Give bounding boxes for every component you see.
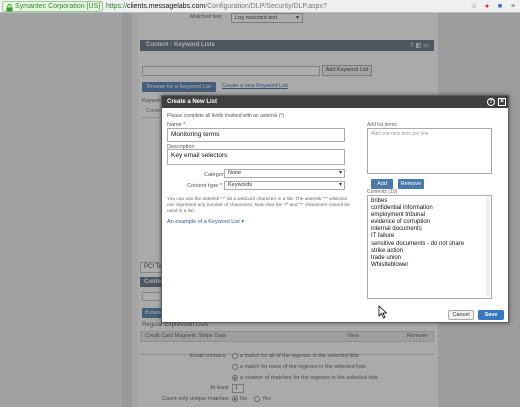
example-keyword-list-link[interactable]: An example of a Keyword List ▾ [167,219,244,225]
dialog-titlebar: Create a New List ? × [162,96,508,108]
extension-icon[interactable]: ● [482,1,492,11]
list-item[interactable]: sensitive documents - do not share [371,241,488,248]
content-type-label: Content type * [187,183,222,189]
list-item[interactable]: confidential information [371,205,488,212]
url-path: /Configuration/DLP/Security/DLP.aspx? [205,3,327,10]
list-item[interactable]: Whistleblower [371,262,488,269]
star-icon[interactable]: ☆ [469,1,479,11]
dialog-title: Create a New List [167,99,218,105]
category-label: Category [204,172,227,178]
url-protocol: https:// [106,3,128,10]
chevron-down-icon: ▾ [338,182,342,188]
content-type-select[interactable]: Keywords ▾ [224,181,345,190]
close-icon[interactable]: × [498,98,506,106]
remove-button[interactable]: Remove [398,179,424,189]
list-item[interactable]: strike action [371,248,488,255]
menu-icon[interactable]: ≡ [508,1,518,11]
description-input[interactable]: Key email selectors [167,149,345,165]
create-list-dialog: Create a New List ? × Please complete al… [161,95,509,323]
certificate-label: Symantec Corporation [US] [15,3,101,10]
content-type-value: Keywords [228,182,253,188]
list-item[interactable]: employment tribunal [371,212,488,219]
category-value: None [228,170,242,176]
extension-icon-2[interactable]: ■ [495,1,505,11]
list-item[interactable]: trade union [371,255,488,262]
list-item[interactable]: bribes [371,198,488,205]
browser-address-bar[interactable]: Symantec Corporation [US] https://client… [0,0,520,13]
url-host: clients.messagelabs.com [127,3,206,10]
mouse-cursor-icon [378,305,388,319]
name-input[interactable]: Monitoring terms [167,128,345,142]
list-scrollbar[interactable] [486,197,490,297]
dialog-intro: Please complete all fields marked with a… [167,113,284,119]
category-select[interactable]: None ▾ [224,169,345,178]
list-item[interactable]: internal documents [371,226,488,233]
list-item[interactable]: IT failure [371,233,488,240]
chevron-down-icon: ▾ [338,170,342,176]
certificate-badge[interactable]: Symantec Corporation [US] [2,1,104,12]
url-text[interactable]: https://clients.messagelabs.com/Configur… [106,2,327,11]
wildcard-help-text: You can use the asterisk "*" as a wildca… [167,197,350,214]
lock-icon [6,4,13,12]
add-button[interactable]: Add [371,179,393,189]
cancel-button[interactable]: Cancel [448,310,474,320]
help-icon[interactable]: ? [487,98,495,106]
save-button[interactable]: Save [478,310,504,320]
contents-list[interactable]: bribes confidential information employme… [367,195,492,299]
add-items-textarea[interactable]: Add one new item per line [367,128,492,174]
list-item[interactable]: evidence of corruption [371,219,488,226]
